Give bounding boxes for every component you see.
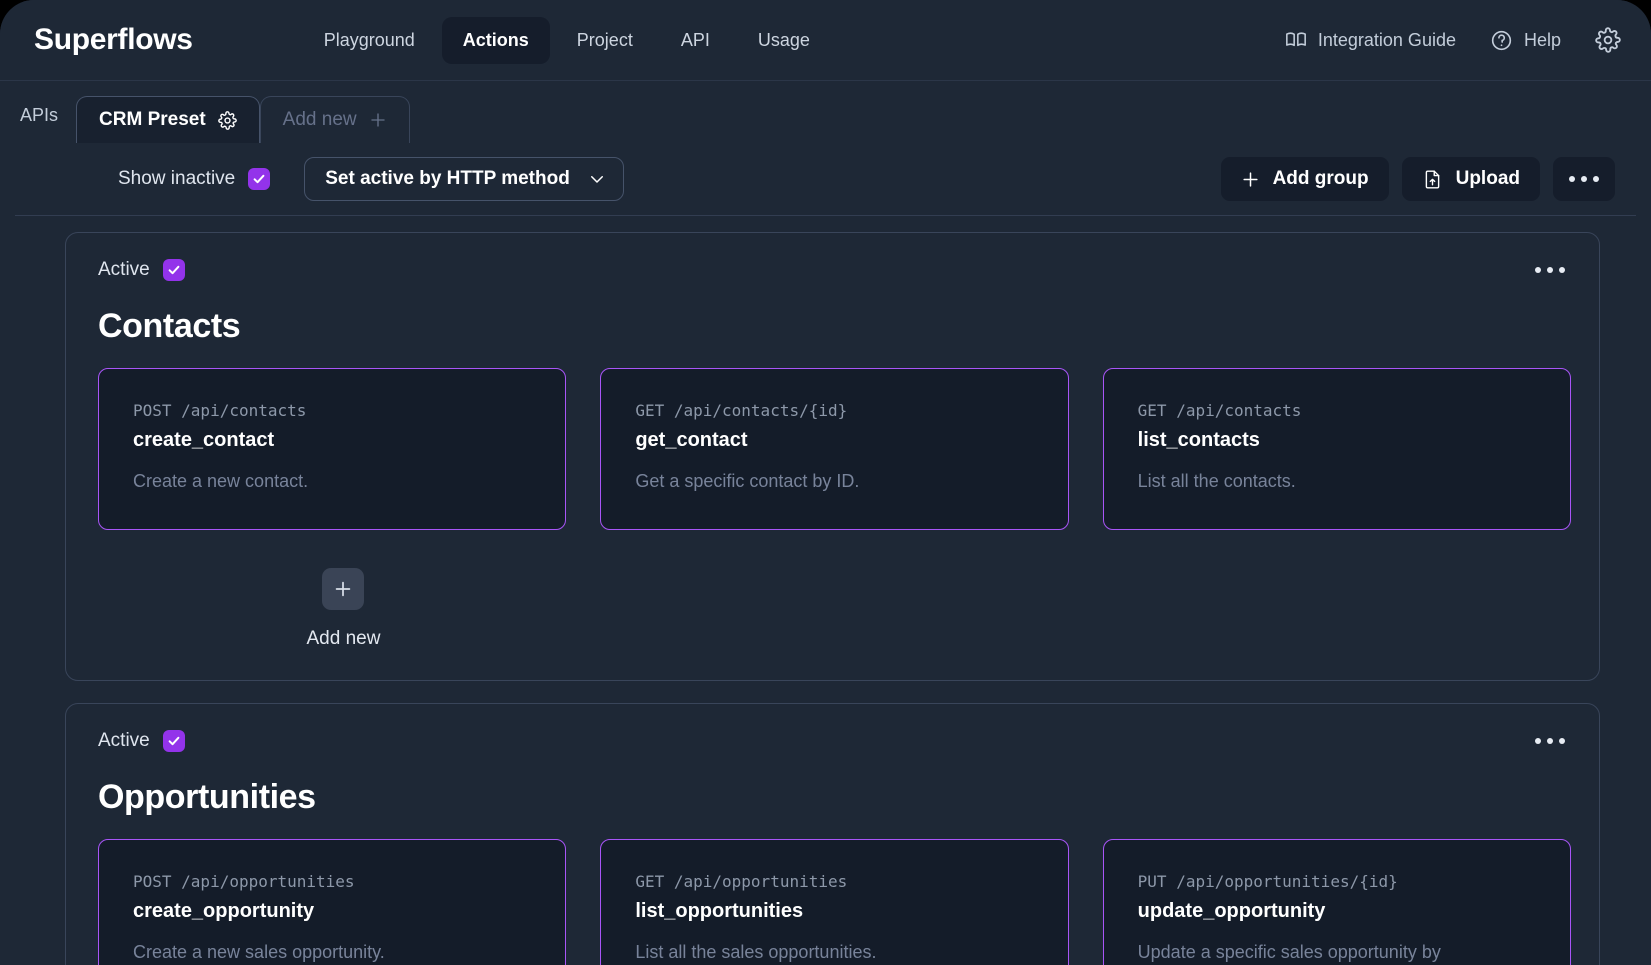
actions-content: Active Contacts POST /api/contacts creat… [15,215,1636,965]
nav-item-actions[interactable]: Actions [442,17,550,64]
action-endpoint: PUT /api/opportunities/{id} [1138,872,1536,891]
action-endpoint: GET /api/contacts [1138,401,1536,420]
add-new-action-control: Add new [98,568,589,650]
group-title: Contacts [98,307,1571,346]
action-name: list_opportunities [635,900,1033,923]
nav-item-playground[interactable]: Playground [303,17,436,64]
show-inactive-label: Show inactive [118,168,235,190]
top-right-actions: Integration Guide Help [1285,27,1621,53]
action-name: create_contact [133,429,531,452]
main-nav-links: Playground Actions Project API Usage [303,17,831,64]
group-active-control[interactable]: Active [98,259,185,281]
add-new-action-label: Add new [306,628,380,650]
nav-item-project[interactable]: Project [556,17,654,64]
group-header: Active [98,259,1571,281]
action-description: List all the sales opportunities. [635,940,1033,964]
tab-crm-preset[interactable]: CRM Preset [76,96,260,143]
action-card-grid: POST /api/opportunities create_opportuni… [98,839,1571,965]
upload-label: Upload [1456,168,1520,190]
file-upload-icon [1422,169,1443,190]
action-card[interactable]: PUT /api/opportunities/{id} update_oppor… [1103,839,1571,965]
action-name: update_opportunity [1138,900,1536,923]
tab-crm-preset-label: CRM Preset [99,109,206,131]
group-active-label: Active [98,259,150,281]
group-active-control[interactable]: Active [98,730,185,752]
show-inactive-checkbox[interactable] [248,168,270,190]
action-card[interactable]: POST /api/opportunities create_opportuni… [98,839,566,965]
action-card[interactable]: GET /api/contacts list_contacts List all… [1103,368,1571,530]
action-card-grid: POST /api/contacts create_contact Create… [98,368,1571,530]
action-endpoint: POST /api/opportunities [133,872,531,891]
apis-label: APIs [14,105,76,143]
gear-icon[interactable] [218,111,237,130]
action-description: Update a specific sales opportunity by [1138,940,1536,964]
action-endpoint: GET /api/contacts/{id} [635,401,1033,420]
action-card[interactable]: POST /api/contacts create_contact Create… [98,368,566,530]
add-group-label: Add group [1273,168,1369,190]
action-group-contacts: Active Contacts POST /api/contacts creat… [65,232,1600,681]
help-link[interactable]: Help [1490,29,1561,52]
actions-toolbar: Show inactive Set active by HTTP method [0,143,1651,215]
toolbar-right-actions: Add group Upload [1221,157,1615,201]
help-label: Help [1524,30,1561,51]
nav-item-usage[interactable]: Usage [737,17,831,64]
gear-icon[interactable] [1595,27,1621,53]
plus-icon [1241,170,1260,189]
ellipsis-icon [1569,176,1599,182]
action-card[interactable]: GET /api/opportunities list_opportunitie… [600,839,1068,965]
api-tab-strip: APIs CRM Preset Add new [0,80,1651,143]
top-navigation-bar: Superflows Playground Actions Project AP… [0,0,1651,80]
group-active-checkbox[interactable] [163,259,185,281]
tab-add-new[interactable]: Add new [260,96,410,143]
action-group-opportunities: Active Opportunities POST /api/opportuni… [65,703,1600,965]
upload-button[interactable]: Upload [1402,157,1540,201]
tab-add-new-label: Add new [283,109,357,131]
action-endpoint: POST /api/contacts [133,401,531,420]
action-description: Create a new contact. [133,469,531,493]
action-description: List all the contacts. [1138,469,1536,493]
question-circle-icon [1490,29,1513,52]
action-name: get_contact [635,429,1033,452]
add-group-button[interactable]: Add group [1221,157,1389,201]
toolbar-more-options-button[interactable] [1553,157,1615,201]
add-new-action-button[interactable] [322,568,364,610]
app-window: Superflows Playground Actions Project AP… [0,0,1651,965]
integration-guide-label: Integration Guide [1318,30,1456,51]
action-endpoint: GET /api/opportunities [635,872,1033,891]
http-method-select[interactable]: Set active by HTTP method [304,157,624,201]
group-header: Active [98,730,1571,752]
group-more-options-button[interactable] [1529,730,1571,752]
action-description: Create a new sales opportunity. [133,940,531,964]
chevron-down-icon [588,170,606,188]
plus-icon [369,111,387,129]
http-method-select-value: Set active by HTTP method [325,168,570,190]
integration-guide-link[interactable]: Integration Guide [1285,29,1456,51]
action-name: list_contacts [1138,429,1536,452]
book-icon [1285,29,1307,51]
group-more-options-button[interactable] [1529,259,1571,281]
nav-item-api[interactable]: API [660,17,731,64]
action-name: create_opportunity [133,900,531,923]
action-card[interactable]: GET /api/contacts/{id} get_contact Get a… [600,368,1068,530]
plus-icon [332,578,354,600]
group-active-checkbox[interactable] [163,730,185,752]
action-description: Get a specific contact by ID. [635,469,1033,493]
group-active-label: Active [98,730,150,752]
show-inactive-control[interactable]: Show inactive [118,168,270,190]
group-title: Opportunities [98,778,1571,817]
brand-logo[interactable]: Superflows [34,23,193,57]
